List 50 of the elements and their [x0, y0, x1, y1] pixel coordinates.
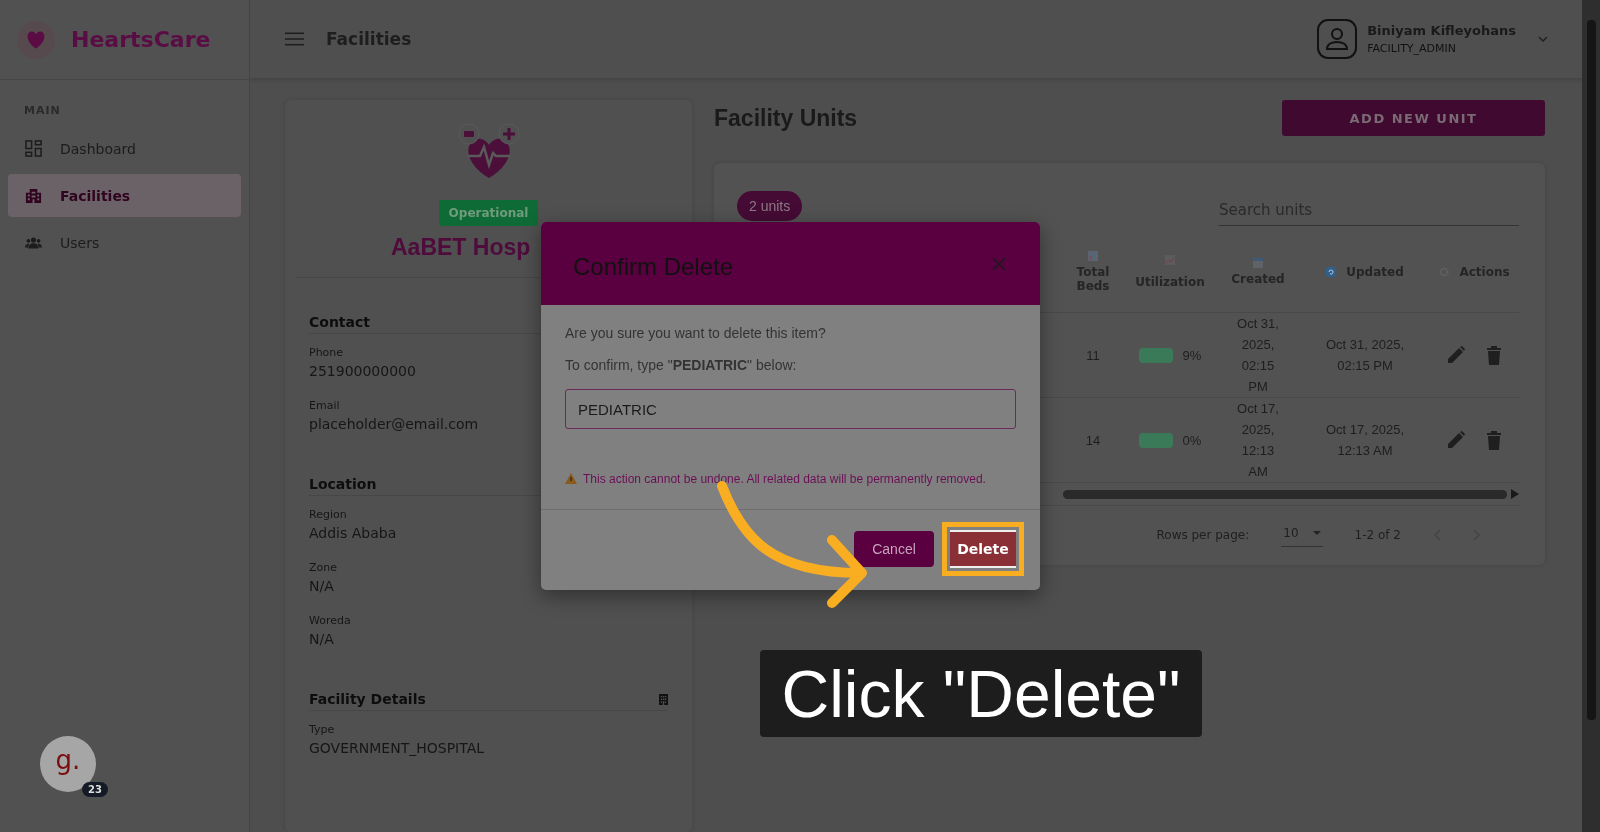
- field-label: Type: [309, 723, 335, 736]
- count-badge: 23: [82, 782, 108, 797]
- section-title: Contact: [309, 314, 370, 330]
- field-label: Woreda: [309, 614, 351, 627]
- confirm-instruction: To confirm, type "PEDIATRIC" below:: [565, 357, 798, 373]
- field-value: GOVERNMENT_HOSPITAL: [309, 740, 485, 756]
- field-value: Addis Ababa: [309, 525, 397, 541]
- users-icon: [25, 234, 42, 251]
- section-title: Facility Details: [309, 691, 426, 707]
- heart-logo-icon: [17, 20, 55, 59]
- brand-name: HeartsCare: [71, 27, 211, 52]
- field-label: Email: [309, 399, 340, 412]
- edit-icon[interactable]: [1445, 345, 1466, 365]
- edit-icon[interactable]: [1445, 430, 1466, 450]
- chevron-down-icon[interactable]: [1538, 36, 1548, 42]
- calendar-icon: [1253, 258, 1263, 268]
- status-badge: Operational: [438, 200, 539, 226]
- utilization-chip: [1138, 347, 1173, 363]
- scrollbar-thumb[interactable]: [1063, 489, 1507, 499]
- nav-item[interactable]: Facilities: [8, 174, 241, 217]
- confirm-input[interactable]: PEDIATRIC: [565, 389, 1016, 429]
- grid-icon: [25, 140, 42, 157]
- caret-icon: [1312, 531, 1321, 535]
- close-icon[interactable]: [992, 256, 1006, 271]
- field-value: placeholder@email.com: [309, 416, 479, 432]
- cancel-button[interactable]: Cancel: [854, 531, 934, 567]
- add-unit-button[interactable]: ADD NEW UNIT: [1282, 100, 1545, 136]
- utilization-chip: [1138, 432, 1173, 448]
- menu-icon[interactable]: [285, 32, 304, 46]
- bar-chart-icon: [1088, 251, 1098, 261]
- field-value: N/A: [309, 631, 334, 647]
- warning-message: This action cannot be undone. All related data will be permanently removed.: [583, 471, 986, 488]
- field-label: Phone: [309, 346, 344, 359]
- line-chart-icon: [1165, 255, 1175, 265]
- instruction-caption: Click "Delete": [760, 650, 1202, 737]
- dialog-message: Are you sure you want to delete this item?: [565, 325, 827, 341]
- section-title: Location: [309, 476, 377, 492]
- scroll-right-icon[interactable]: [1511, 489, 1519, 499]
- field-label: Zone: [309, 561, 337, 574]
- field-value: 251900000000: [309, 363, 416, 379]
- count-badge: 2 units: [737, 190, 803, 221]
- user-role: FACILITY_ADMIN: [1367, 42, 1458, 55]
- warning-icon: [565, 473, 577, 484]
- field-value: N/A: [309, 578, 334, 594]
- field-label: Region: [309, 508, 347, 521]
- refresh-icon: [1326, 267, 1337, 277]
- delete-button[interactable]: Delete: [950, 530, 1016, 568]
- user-avatar-icon[interactable]: [1317, 19, 1358, 59]
- building-icon: [25, 187, 42, 204]
- scrollbar-thumb[interactable]: [1586, 20, 1596, 720]
